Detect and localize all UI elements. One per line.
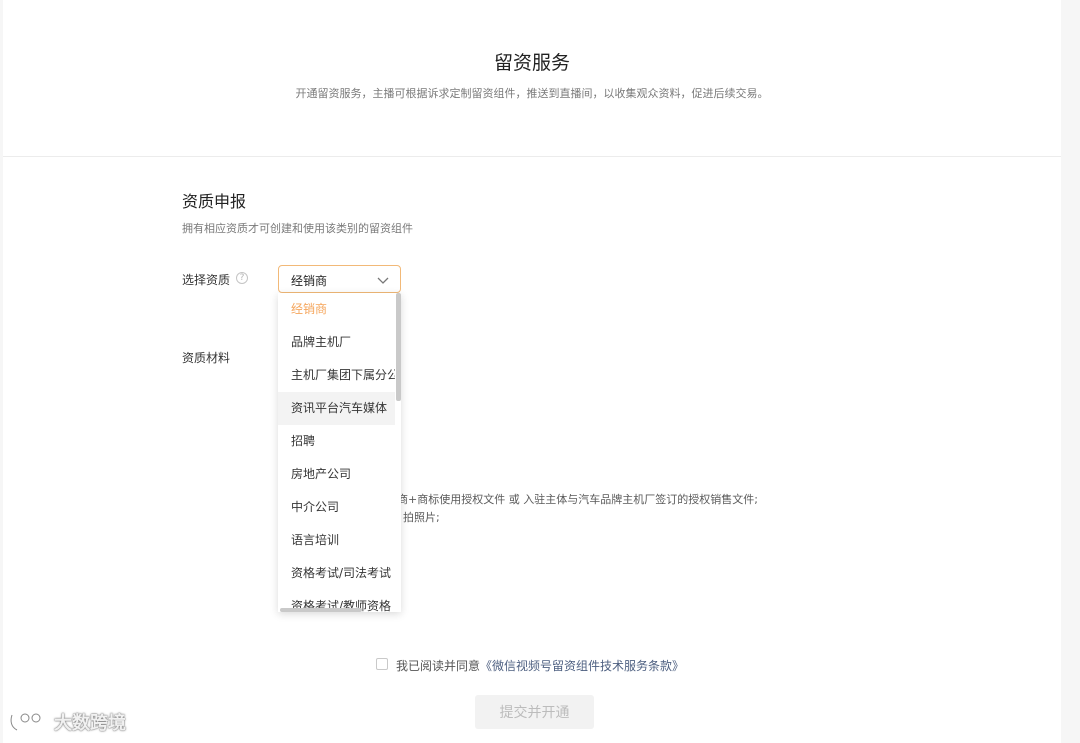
section-description: 拥有相应资质才可创建和使用该类别的留资组件 xyxy=(182,222,413,235)
watermark-text: 大数跨境 xyxy=(54,713,126,734)
materials-label: 资质材料 xyxy=(182,351,231,365)
agree-checkbox[interactable] xyxy=(376,658,388,670)
option-language-training[interactable]: 语言培训 xyxy=(278,524,395,557)
dropdown-vertical-scrollbar[interactable] xyxy=(396,293,401,401)
option-recruitment[interactable]: 招聘 xyxy=(278,425,395,458)
selected-qualification: 经销商 xyxy=(291,274,328,288)
page-title: 留资服务 xyxy=(493,52,570,74)
option-agency[interactable]: 中介公司 xyxy=(278,491,395,524)
agreement-prefix: 我已阅读并同意 xyxy=(396,659,481,673)
page-subtitle: 开通留资服务，主播可根据诉求定制留资组件，推送到直播间，以收集观众资料，促进后续… xyxy=(295,87,769,100)
option-auto-media[interactable]: 资讯平台汽车媒体 xyxy=(278,392,395,425)
dropdown-horizontal-scrollbar[interactable] xyxy=(280,608,362,612)
material-hint-line-2: 拍照片; xyxy=(403,511,440,524)
watermark: 大数跨境 xyxy=(8,708,126,736)
qualification-dropdown: 经销商 品牌主机厂 主机厂集团下属分公司 资讯平台汽车媒体 招聘 房地产公司 中… xyxy=(278,293,401,612)
watermark-logo-icon xyxy=(9,712,42,732)
page: 留资服务 开通留资服务，主播可根据诉求定制留资组件，推送到直播间，以收集观众资料… xyxy=(3,0,1061,743)
section-title: 资质申报 xyxy=(182,192,247,211)
help-icon[interactable]: ? xyxy=(236,272,248,284)
page-header: 留资服务 开通留资服务，主播可根据诉求定制留资组件，推送到直播间，以收集观众资料… xyxy=(3,0,1061,157)
agreement-text: 我已阅读并同意《微信视频号留资组件技术服务条款》 xyxy=(396,657,684,674)
option-brand-oem[interactable]: 品牌主机厂 xyxy=(278,326,395,359)
option-oem-branch[interactable]: 主机厂集团下属分公司 xyxy=(278,359,395,392)
select-qualification-label: 选择资质 xyxy=(182,273,231,287)
option-exam-judicial[interactable]: 资格考试/司法考试 xyxy=(278,557,395,590)
submit-button[interactable]: 提交并开通 xyxy=(475,695,594,729)
qualification-select[interactable]: 经销商 xyxy=(278,265,401,293)
option-real-estate[interactable]: 房地产公司 xyxy=(278,458,395,491)
material-hint-line-1: 商+商标使用授权文件 或 入驻主体与汽车品牌主机厂签订的授权销售文件; xyxy=(397,493,758,506)
chevron-down-icon xyxy=(377,277,389,284)
option-dealer[interactable]: 经销商 xyxy=(278,293,395,326)
terms-link[interactable]: 《微信视频号留资组件技术服务条款》 xyxy=(480,659,684,673)
